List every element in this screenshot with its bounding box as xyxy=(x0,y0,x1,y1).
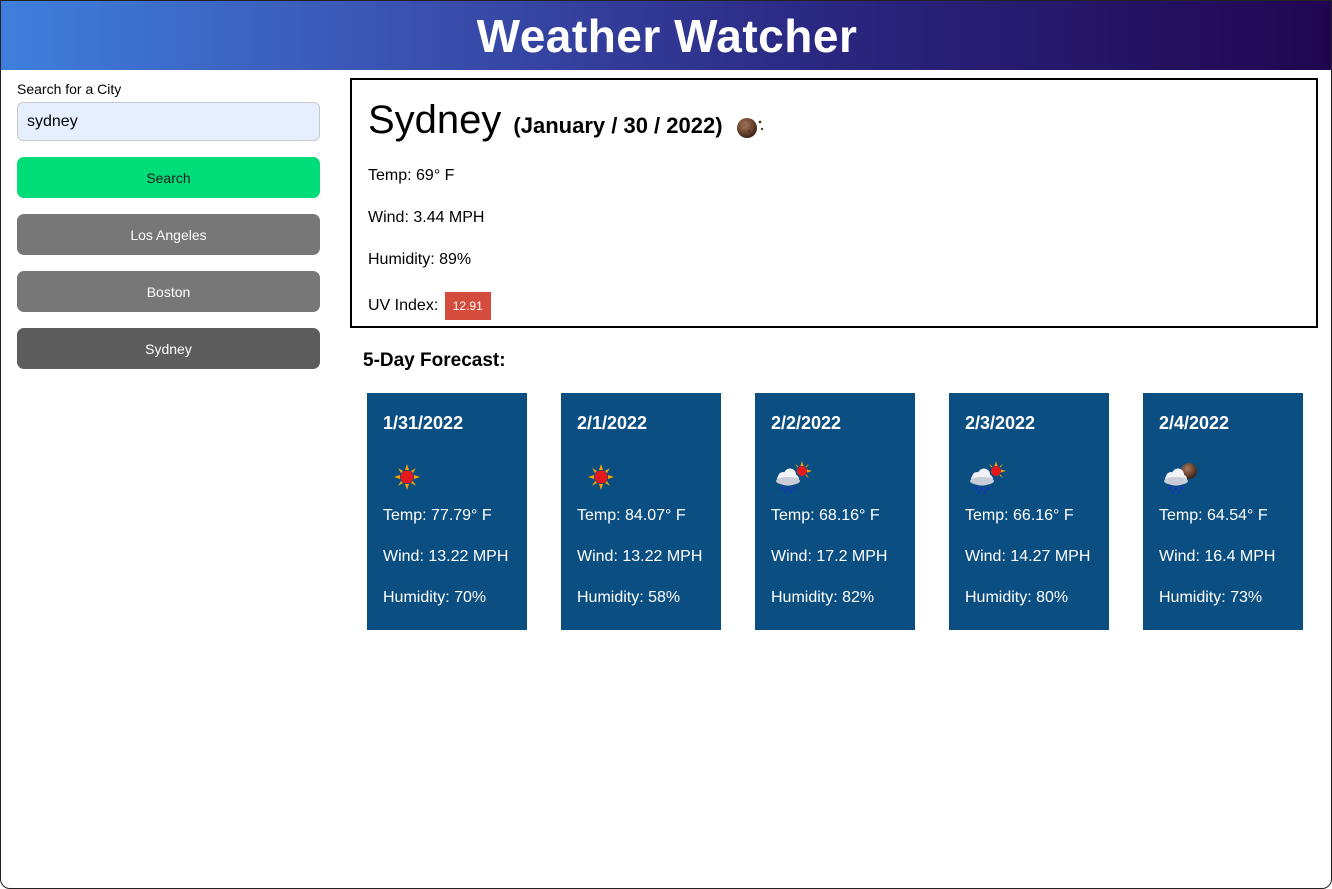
uv-index-badge: 12.91 xyxy=(444,292,491,320)
forecast-title: 5-Day Forecast: xyxy=(363,350,506,371)
current-wind: Wind: 3.44 MPH xyxy=(368,209,485,226)
forecast-date: 2/4/2022 xyxy=(1159,413,1230,433)
forecast-wind: Wind: 16.4 MPH xyxy=(1159,548,1276,565)
forecast-humidity: Humidity: 80% xyxy=(965,589,1069,606)
app-window: Weather Watcher Search for a City Search… xyxy=(0,0,1332,889)
history-button-los-angeles[interactable]: Los Angeles xyxy=(17,214,320,255)
forecast-humidity: Humidity: 82% xyxy=(771,589,875,606)
rain-moon-icon xyxy=(1164,463,1197,494)
search-button[interactable]: Search xyxy=(17,157,320,198)
sidebar: Search for a City Search Los Angeles Bos… xyxy=(17,81,320,369)
forecast-date: 2/1/2022 xyxy=(577,413,648,433)
forecast-card: 2/2/2022 Temp: 68.16° F Wind: 17.2 MPH H… xyxy=(755,393,915,630)
current-weather-panel: Sydney (January / 30 / 2022) Temp: 69° F… xyxy=(350,78,1318,328)
app-title: Weather Watcher xyxy=(476,9,858,62)
forecast-wind: Wind: 13.22 MPH xyxy=(383,548,509,565)
rain-sun-icon xyxy=(776,461,812,494)
forecast-temp: Temp: 84.07° F xyxy=(577,507,686,524)
history-button-sydney[interactable]: Sydney xyxy=(17,328,320,369)
forecast-wind: Wind: 14.27 MPH xyxy=(965,548,1091,565)
forecast-humidity: Humidity: 70% xyxy=(383,589,487,606)
current-weather-heading: Sydney (January / 30 / 2022) xyxy=(368,98,1300,156)
forecast-wind: Wind: 17.2 MPH xyxy=(771,548,888,565)
current-humidity: Humidity: 89% xyxy=(368,251,472,268)
sun-icon xyxy=(394,464,420,490)
forecast-temp: Temp: 64.54° F xyxy=(1159,507,1268,524)
forecast-cards: 1/31/2022 Temp: 77.79° F Wind: 13.22 MPH… xyxy=(367,393,1303,630)
forecast-temp: Temp: 77.79° F xyxy=(383,507,492,524)
forecast-date: 2/2/2022 xyxy=(771,413,842,433)
forecast-date: 1/31/2022 xyxy=(383,413,464,433)
current-date: (January / 30 / 2022) xyxy=(513,113,723,138)
search-label: Search for a City xyxy=(17,81,122,97)
moon-icon xyxy=(736,118,763,138)
current-temp: Temp: 69° F xyxy=(368,167,455,184)
forecast-wind: Wind: 13.22 MPH xyxy=(577,548,703,565)
forecast-card: 2/4/2022 Temp: 64.54° F Wind: 16.4 MPH H… xyxy=(1143,393,1303,630)
current-city-name: Sydney xyxy=(368,98,502,142)
uv-index-label: UV Index: xyxy=(368,297,439,315)
app-header: Weather Watcher xyxy=(1,1,1331,70)
search-input[interactable] xyxy=(17,102,320,141)
current-uv-row: UV Index: 12.91 xyxy=(368,282,1300,324)
forecast-card: 2/3/2022 Temp: 66.16° F Wind: 14.27 MPH … xyxy=(949,393,1109,630)
forecast-temp: Temp: 66.16° F xyxy=(965,507,1074,524)
forecast-date: 2/3/2022 xyxy=(965,413,1036,433)
rain-sun-icon xyxy=(970,461,1006,494)
forecast-humidity: Humidity: 73% xyxy=(1159,589,1263,606)
sun-icon xyxy=(588,464,614,490)
history-button-boston[interactable]: Boston xyxy=(17,271,320,312)
forecast-card: 1/31/2022 Temp: 77.79° F Wind: 13.22 MPH… xyxy=(367,393,527,630)
forecast-card: 2/1/2022 Temp: 84.07° F Wind: 13.22 MPH … xyxy=(561,393,721,630)
forecast-temp: Temp: 68.16° F xyxy=(771,507,880,524)
forecast-humidity: Humidity: 58% xyxy=(577,589,681,606)
